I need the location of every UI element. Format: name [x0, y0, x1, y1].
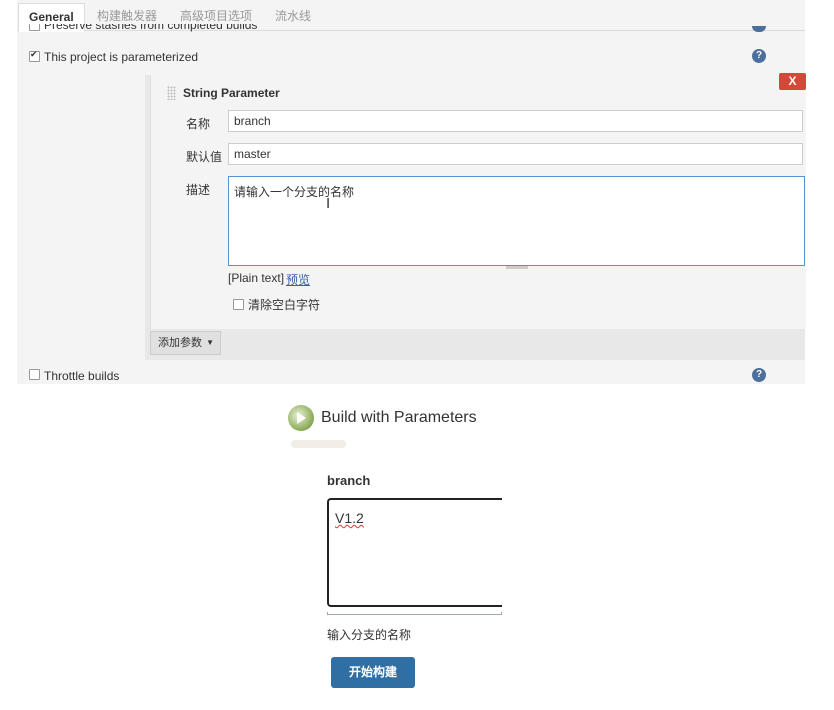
trim-whitespace-checkbox[interactable]: [233, 299, 244, 310]
help-icon[interactable]: ?: [752, 368, 766, 382]
parameterized-label: This project is parameterized: [44, 50, 199, 64]
tab-advanced-options[interactable]: 高级项目选项: [180, 7, 252, 24]
build-with-parameters-title: Build with Parameters: [321, 409, 477, 426]
description-textarea[interactable]: 请输入一个分支的名称 I: [228, 176, 805, 266]
name-label: 名称: [186, 117, 211, 131]
add-parameter-label: 添加参数: [158, 337, 202, 349]
trim-whitespace-label: 清除空白字符: [248, 298, 321, 312]
default-value-input[interactable]: master: [228, 143, 803, 165]
tab-build-triggers[interactable]: 构建触发器: [97, 7, 157, 24]
parameterized-row: This project is parameterized: [17, 46, 805, 68]
job-config-panel: General 构建触发器 高级项目选项 流水线 Preserve stashe…: [17, 0, 806, 386]
description-text: 请输入一个分支的名称: [234, 185, 355, 199]
add-parameter-button[interactable]: 添加参数 ▼: [150, 331, 221, 355]
drag-handle-icon[interactable]: [167, 86, 176, 100]
branch-param-description: 输入分支的名称: [327, 628, 412, 642]
parameterized-checkbox[interactable]: [29, 49, 40, 62]
name-input[interactable]: branch: [228, 110, 803, 132]
throttle-row: Throttle builds: [17, 364, 805, 386]
delete-parameter-button[interactable]: X: [779, 73, 806, 90]
default-value-label: 默认值: [186, 150, 223, 164]
help-icon[interactable]: ?: [752, 49, 766, 63]
parameters-area: String Parameter X 名称 branch 默认值 master …: [145, 73, 806, 360]
preview-link[interactable]: 预览: [286, 271, 310, 288]
plain-text-label: [Plain text]: [228, 271, 285, 285]
throttle-checkbox[interactable]: [29, 369, 40, 380]
text-cursor-icon: I: [326, 195, 331, 212]
tab-pipeline[interactable]: 流水线: [275, 7, 311, 24]
parameter-type-title: String Parameter: [183, 86, 280, 100]
branch-param-value: V1.2: [335, 510, 364, 526]
input-resize-strip: [327, 612, 502, 615]
branch-param-input[interactable]: V1.2: [327, 498, 502, 607]
caret-down-icon: ▼: [206, 338, 214, 347]
textarea-resize-handle[interactable]: [506, 266, 528, 269]
preserve-stashes-label: Preserve stashes from completed builds: [44, 24, 258, 32]
string-parameter-block: String Parameter X 名称 branch 默认值 master …: [150, 73, 806, 329]
start-build-button[interactable]: 开始构建: [331, 657, 415, 688]
description-label: 描述: [186, 183, 211, 197]
throttle-label: Throttle builds: [44, 369, 120, 383]
build-play-icon: [288, 405, 314, 431]
branch-param-label: branch: [327, 473, 371, 488]
preserve-stashes-row: Preserve stashes from completed builds: [17, 24, 805, 32]
faded-menu-item: [291, 440, 346, 448]
preserve-stashes-checkbox[interactable]: [29, 24, 40, 31]
